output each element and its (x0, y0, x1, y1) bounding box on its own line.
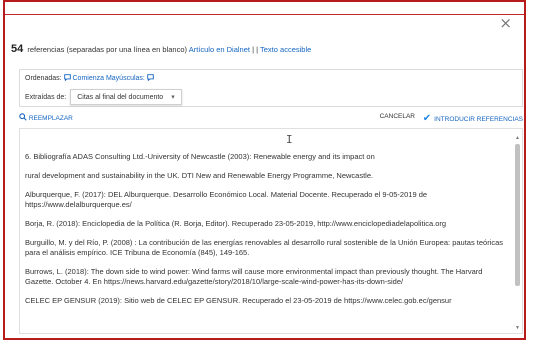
dialog: × 54 referencias (separadas por una líne… (3, 0, 526, 340)
references-list: 6. Bibliografía ADAS Consulting Ltd.-Uni… (25, 152, 510, 315)
action-bar: REEMPLAZAR CANCELAR ✔ INTRODUCIR REFERENC… (19, 112, 523, 126)
scrollbar-thumb[interactable] (515, 144, 520, 286)
vertical-scrollbar[interactable]: ▲ ▼ (514, 135, 521, 331)
link-dialnet-article[interactable]: Artículo en Dialnet (189, 45, 250, 54)
options-panel: Ordenadas: Comienza Mayúsculas: Extraída… (19, 69, 523, 107)
bubble-icon (63, 74, 71, 82)
reference-line: rural development and sustainability in … (25, 171, 374, 180)
reference-line: Burguillo, M. y del Río, P. (2008) : La … (25, 238, 504, 257)
text-cursor-icon: I (286, 133, 293, 146)
references-textarea[interactable]: I 6. Bibliografía ADAS Consulting Ltd.-U… (19, 128, 523, 334)
reference-line: CELEC EP GENSUR (2019): Sitio web de CEL… (25, 296, 452, 305)
sort-mode-label: Comienza Mayúsculas: (72, 75, 145, 82)
link-separator: | | (250, 45, 261, 54)
insert-references-label: INTRODUCIR REFERENCIAS (434, 116, 523, 123)
cancel-button[interactable]: CANCELAR (380, 113, 415, 120)
reference-line: Borja, R. (2018): Enciclopedia de la Pol… (25, 219, 447, 228)
replace-button[interactable]: REEMPLAZAR (19, 113, 73, 122)
reference-line: 6. Bibliografía ADAS Consulting Ltd.-Uni… (25, 152, 375, 161)
reference-count: 54 (11, 43, 24, 55)
check-icon: ✔ (422, 113, 432, 124)
extract-source-select[interactable]: Citas al final del documento ▾ (70, 89, 182, 105)
sorted-label: Ordenadas: (25, 75, 62, 82)
sort-options: Ordenadas: Comienza Mayúsculas: (25, 74, 154, 82)
insert-references-button[interactable]: ✔ INTRODUCIR REFERENCIAS (423, 113, 523, 124)
reference-line: Burrows, L. (2018): The down side to win… (25, 267, 483, 286)
top-border-bar (5, 2, 524, 15)
link-accessible-text[interactable]: Texto accesible (260, 45, 311, 54)
reference-line: Alburquerque, F. (2017): DEL Alburquerqu… (25, 190, 428, 209)
replace-label: REEMPLAZAR (28, 115, 73, 122)
caret-down-icon: ▾ (171, 94, 175, 101)
scroll-up-icon[interactable]: ▲ (514, 135, 521, 141)
reference-summary: 54 referencias (separadas por una línea … (11, 43, 311, 55)
extract-options: Extraídas de: Citas al final del documen… (25, 89, 182, 105)
reference-count-label: referencias (separadas por una línea en … (25, 45, 188, 54)
bubble-icon (147, 74, 154, 82)
search-replace-icon (19, 113, 27, 121)
extract-source-value: Citas al final del documento (77, 94, 164, 101)
scroll-down-icon[interactable]: ▼ (514, 325, 521, 331)
close-icon[interactable]: × (499, 16, 512, 31)
extracted-label: Extraídas de: (25, 93, 67, 101)
sort-mode-link[interactable]: Comienza Mayúsculas: (63, 74, 154, 82)
